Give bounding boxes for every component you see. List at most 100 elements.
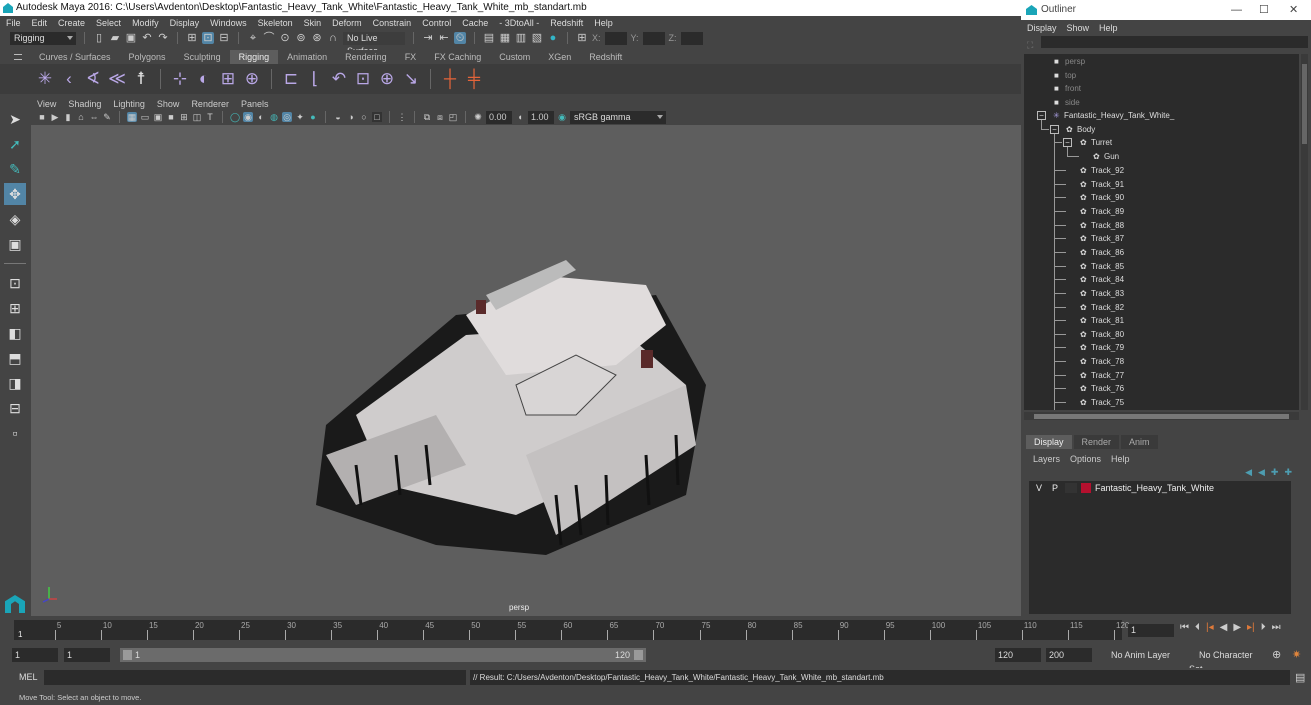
bind-skin-icon[interactable]: ⊹ <box>171 69 189 89</box>
rotate-tool-icon[interactable]: ◈ <box>4 208 26 230</box>
menu-constrain[interactable]: Constrain <box>373 16 412 30</box>
two-d-pan-zoom-icon[interactable]: ⇔ <box>89 112 99 122</box>
custom-layout-icon[interactable]: ▫ <box>4 422 26 444</box>
outliner-item-track[interactable]: ✿ Track_88 <box>1080 219 1124 232</box>
outliner-item-track[interactable]: ✿ Track_78 <box>1080 355 1124 368</box>
lasso-tool-icon[interactable]: ➚ <box>4 133 26 155</box>
step-forward-key-icon[interactable]: ⏵ <box>1261 622 1266 633</box>
menu-create[interactable]: Create <box>58 16 85 30</box>
outliner-menu-display[interactable]: Display <box>1027 20 1057 36</box>
shelf-tab-redshift[interactable]: Redshift <box>580 50 631 64</box>
ik-handle-icon[interactable]: ∢ <box>84 69 102 89</box>
script-editor-icon[interactable]: ▤ <box>1295 671 1305 684</box>
outliner-item-track[interactable]: ✿ Track_82 <box>1080 301 1124 314</box>
outliner-menu-help[interactable]: Help <box>1099 20 1118 36</box>
collapse-icon[interactable]: − <box>1037 111 1046 120</box>
ik-spline-icon[interactable]: ≪ <box>108 69 126 89</box>
shelf-tab-curves-surfaces[interactable]: Curves / Surfaces <box>30 50 120 64</box>
menu-select[interactable]: Select <box>96 16 121 30</box>
insert-joint-icon[interactable]: ‹ <box>60 69 78 89</box>
gamma-field[interactable]: 1.00 <box>528 110 554 124</box>
move-layer-down-icon[interactable]: ◀ <box>1258 467 1265 481</box>
joint-label-icon[interactable]: ╪ <box>465 69 483 89</box>
output-ops-icon[interactable]: ⇤ <box>438 32 450 44</box>
render-settings-icon[interactable]: ▧ <box>531 32 543 44</box>
ipr-render-icon[interactable]: ▥ <box>515 32 527 44</box>
outliner-item-track[interactable]: ✿ Track_91 <box>1080 178 1124 191</box>
transform-mode-icon[interactable]: ⊞ <box>576 32 588 44</box>
select-object-icon[interactable]: ⊡ <box>202 32 214 44</box>
range-start-handle[interactable] <box>123 650 132 660</box>
minimize-icon[interactable]: — <box>1231 0 1242 20</box>
outliner-item-body[interactable]: ✿ Body <box>1066 123 1095 136</box>
script-language-toggle[interactable]: MEL <box>19 672 38 682</box>
menu-windows[interactable]: Windows <box>210 16 247 30</box>
range-end-handle[interactable] <box>634 650 643 660</box>
layer-type-toggle[interactable] <box>1065 483 1077 493</box>
construction-history-icon[interactable]: ⏲ <box>454 32 466 44</box>
exposure-field[interactable]: 0.00 <box>486 110 512 124</box>
scene-end-field[interactable]: 200 <box>1046 648 1092 662</box>
field-chart-icon[interactable]: ⊞ <box>179 112 189 122</box>
outliner-vertical-scrollbar[interactable] <box>1301 54 1308 410</box>
shelf-tab-rendering[interactable]: Rendering <box>336 50 396 64</box>
range-slider[interactable]: 1 120 <box>120 648 646 662</box>
outliner-item-track[interactable]: ✿ Track_85 <box>1080 260 1124 273</box>
single-perspective-layout-icon[interactable]: ⊡ <box>4 272 26 294</box>
open-scene-icon[interactable]: ▰ <box>109 32 121 44</box>
step-back-key-icon[interactable]: ⏴ <box>1195 622 1200 633</box>
panel-menu-panels[interactable]: Panels <box>241 98 269 110</box>
new-layer-from-selection-icon[interactable]: ✚ <box>1284 467 1292 481</box>
panel-menu-renderer[interactable]: Renderer <box>191 98 229 110</box>
select-camera-icon[interactable]: ■ <box>37 112 47 122</box>
outliner-item-persp[interactable]: ■ persp <box>1054 55 1085 68</box>
animation-preferences-icon[interactable]: ✷ <box>1292 648 1301 661</box>
persp-outliner-layout-icon[interactable]: ◧ <box>4 322 26 344</box>
shelf-tab-rigging[interactable]: Rigging <box>229 50 279 64</box>
hypershade-layout-icon[interactable]: ◨ <box>4 372 26 394</box>
playback-start-field[interactable]: 1 <box>64 648 110 662</box>
current-frame-field[interactable]: 1 <box>1128 624 1174 637</box>
four-view-layout-icon[interactable]: ⊞ <box>4 297 26 319</box>
magnet-icon[interactable]: ∩ <box>327 32 339 44</box>
select-component-icon[interactable]: ⊟ <box>218 32 230 44</box>
menu-skin[interactable]: Skin <box>304 16 322 30</box>
snap-point-icon[interactable]: ⊙ <box>279 32 291 44</box>
auto-key-icon[interactable]: ⊕ <box>1272 648 1281 661</box>
move-layer-up-icon[interactable]: ◀ <box>1245 467 1252 481</box>
xray-components-icon[interactable]: □ <box>372 112 382 122</box>
outliner-item-root[interactable]: ✳ Fantastic_Heavy_Tank_White_ <box>1053 109 1174 122</box>
outliner-item-track[interactable]: ✿ Track_89 <box>1080 205 1124 218</box>
xray-joints-icon[interactable]: ○ <box>359 112 369 122</box>
render-current-icon[interactable]: ▦ <box>499 32 511 44</box>
bookmark-icon[interactable]: ▮ <box>63 112 73 122</box>
menu-modify[interactable]: Modify <box>132 16 159 30</box>
outliner-item-track[interactable]: ✿ Track_92 <box>1080 164 1124 177</box>
interactive-bind-icon[interactable]: ◐ <box>195 69 213 89</box>
outliner-item-side[interactable]: ■ side <box>1054 96 1080 109</box>
z-field[interactable] <box>680 31 703 45</box>
menu-edit[interactable]: Edit <box>32 16 48 30</box>
select-hierarchy-icon[interactable]: ⊞ <box>186 32 198 44</box>
outliner-item-track[interactable]: ✿ Track_80 <box>1080 328 1124 341</box>
input-ops-icon[interactable]: ⇥ <box>422 32 434 44</box>
render-view-icon[interactable]: ▤ <box>483 32 495 44</box>
shelf-menu-icon[interactable] <box>14 54 22 60</box>
pole-vector-icon[interactable]: ↘ <box>402 69 420 89</box>
layer-menu-options[interactable]: Options <box>1070 451 1101 467</box>
cluster-icon[interactable]: ⊕ <box>243 69 261 89</box>
layer-visibility-toggle[interactable]: V <box>1033 483 1045 493</box>
outliner-item-gun[interactable]: ✿ Gun <box>1093 150 1119 163</box>
create-joints-icon[interactable]: ✳ <box>36 69 54 89</box>
outliner-item-track[interactable]: ✿ Track_79 <box>1080 341 1124 354</box>
layer-tab-anim[interactable]: Anim <box>1121 435 1158 449</box>
isolate-select-icon[interactable]: ◒ <box>333 112 343 122</box>
outliner-item-track[interactable]: ✿ Track_77 <box>1080 369 1124 382</box>
panel-menu-lighting[interactable]: Lighting <box>113 98 145 110</box>
outliner-item-track[interactable]: ✿ Track_87 <box>1080 232 1124 245</box>
time-slider-track[interactable]: 1 5 10 15 20 25 30 35 40 45 50 55 60 65 70 75 80 85 90 95 1… <box>14 620 1129 640</box>
panel-menu-show[interactable]: Show <box>157 98 180 110</box>
outliner-item-front[interactable]: ■ front <box>1054 82 1081 95</box>
screen-space-ao-icon[interactable]: ◰ <box>448 112 458 122</box>
color-space-dropdown[interactable]: sRGB gamma <box>570 110 666 124</box>
